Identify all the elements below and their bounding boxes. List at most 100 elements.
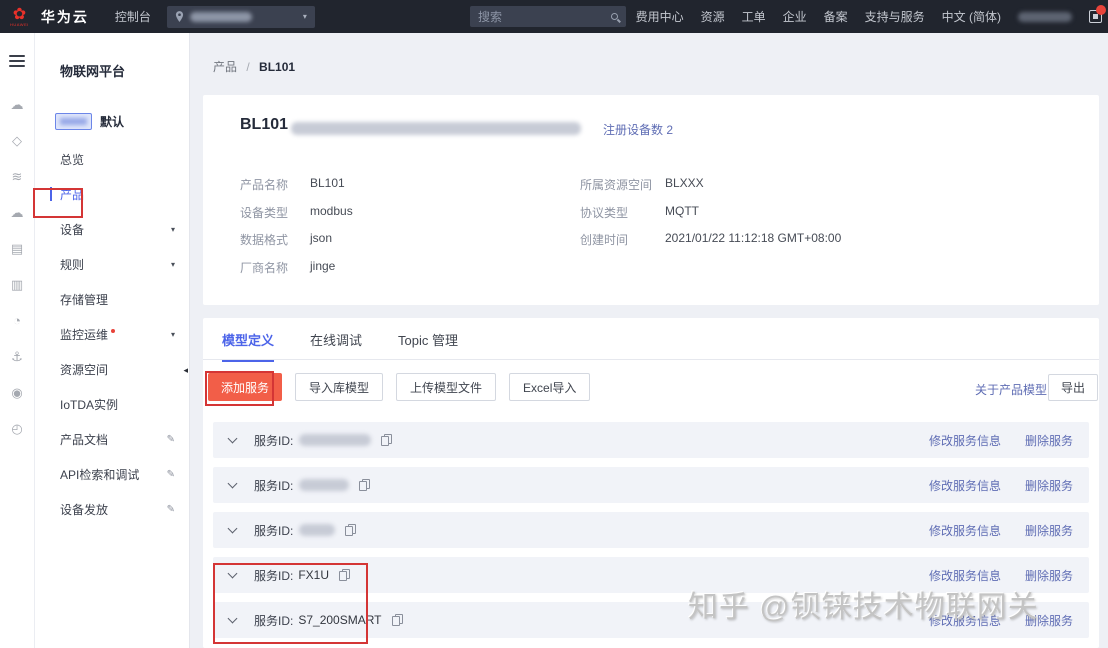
expand-chevron-icon[interactable] bbox=[228, 523, 238, 533]
topbar: ✿ HUAWEI 华为云 控制台 ▾ 费用中心 资源 工单 企业 备案 支持与服… bbox=[0, 0, 1108, 33]
sidebar-menu: 总览 产品 设备 ▾ 规则 ▾ 存储管理 监控运维 ▾ bbox=[35, 142, 189, 527]
nav-enterprise[interactable]: 企业 bbox=[783, 8, 807, 25]
sidebar-item-label: 资源空间 bbox=[60, 361, 108, 378]
rail-compass-icon[interactable]: ◴ bbox=[11, 421, 22, 436]
expand-chevron-icon[interactable] bbox=[228, 433, 238, 443]
sidebar-item-monitoring[interactable]: 监控运维 ▾ bbox=[35, 317, 189, 352]
edit-service-link[interactable]: 修改服务信息 bbox=[929, 567, 1001, 584]
nav-resources[interactable]: 资源 bbox=[701, 8, 725, 25]
nav-billing[interactable]: 费用中心 bbox=[636, 8, 684, 25]
delete-service-link[interactable]: 删除服务 bbox=[1025, 567, 1073, 584]
copy-icon[interactable] bbox=[392, 614, 403, 626]
global-search[interactable] bbox=[470, 6, 626, 27]
copy-icon[interactable] bbox=[345, 524, 356, 536]
rail-doc2-icon[interactable]: ▥ bbox=[11, 277, 23, 292]
chevron-down-icon: ▾ bbox=[171, 330, 175, 339]
sidebar-item-label: API检索和调试 bbox=[60, 466, 139, 483]
copy-icon[interactable] bbox=[339, 569, 350, 581]
selected-indicator bbox=[50, 187, 52, 201]
rail-anchor-icon[interactable]: ⚓ bbox=[11, 349, 23, 364]
notification-badge bbox=[1096, 5, 1106, 15]
username-redacted[interactable] bbox=[1018, 12, 1072, 22]
search-input[interactable] bbox=[478, 10, 611, 24]
service-row: 服务ID: 修改服务信息 删除服务 bbox=[213, 422, 1089, 458]
tab-topic-management[interactable]: Topic 管理 bbox=[398, 330, 458, 362]
upload-model-file-button[interactable]: 上传模型文件 bbox=[396, 373, 496, 401]
edit-service-link[interactable]: 修改服务信息 bbox=[929, 522, 1001, 539]
sidebar: 物联网平台 默认 总览 产品 设备 ▾ 规则 ▾ 存储管理 bbox=[35, 33, 190, 648]
field-label: 所属资源空间 bbox=[580, 176, 652, 193]
export-button[interactable]: 导出 bbox=[1048, 374, 1098, 401]
add-service-button[interactable]: 添加服务 bbox=[208, 373, 282, 401]
tab-model-definition[interactable]: 模型定义 bbox=[222, 330, 274, 362]
service-id-redacted bbox=[299, 479, 349, 491]
copy-icon[interactable] bbox=[359, 479, 370, 491]
edit-service-link[interactable]: 修改服务信息 bbox=[929, 477, 1001, 494]
huawei-flower-icon: ✿ bbox=[13, 8, 26, 22]
product-title: BL101 bbox=[240, 116, 288, 134]
location-pin-icon bbox=[175, 11, 184, 22]
field-label: 产品名称 bbox=[240, 176, 288, 193]
delete-service-link[interactable]: 删除服务 bbox=[1025, 432, 1073, 449]
chevron-down-icon: ▾ bbox=[171, 225, 175, 234]
delete-service-link[interactable]: 删除服务 bbox=[1025, 477, 1073, 494]
nav-tickets[interactable]: 工单 bbox=[742, 8, 766, 25]
field-label: 数据格式 bbox=[240, 231, 288, 248]
sidebar-item-api-explorer[interactable]: API检索和调试 ✎ bbox=[35, 457, 189, 492]
expand-chevron-icon[interactable] bbox=[228, 568, 238, 578]
field-label: 创建时间 bbox=[580, 231, 628, 248]
tab-online-debug[interactable]: 在线调试 bbox=[310, 330, 362, 362]
expand-chevron-icon[interactable] bbox=[228, 613, 238, 623]
region-name-redacted bbox=[190, 12, 252, 22]
field-value: BL101 bbox=[310, 176, 345, 190]
rail-target-icon[interactable]: ◉ bbox=[11, 385, 22, 400]
breadcrumb-current: BL101 bbox=[259, 60, 295, 74]
sidebar-item-rules[interactable]: 规则 ▾ bbox=[35, 247, 189, 282]
sidebar-item-resource-spaces[interactable]: 资源空间 bbox=[35, 352, 189, 387]
edit-service-link[interactable]: 修改服务信息 bbox=[929, 432, 1001, 449]
console-icon[interactable] bbox=[1089, 10, 1102, 23]
rail-cloud-icon[interactable]: ☁ bbox=[11, 97, 24, 112]
menu-hamburger-icon[interactable] bbox=[9, 55, 25, 67]
rail-cloud2-icon[interactable]: ☁ bbox=[11, 205, 24, 220]
delete-service-link[interactable]: 删除服务 bbox=[1025, 522, 1073, 539]
field-label: 协议类型 bbox=[580, 204, 628, 221]
rail-diamond-icon[interactable]: ◇ bbox=[12, 133, 22, 148]
tab-divider bbox=[203, 359, 1099, 360]
sidebar-item-storage[interactable]: 存储管理 bbox=[35, 282, 189, 317]
search-icon bbox=[611, 13, 618, 20]
rail-clock-icon[interactable]: ◔ bbox=[13, 313, 21, 328]
huawei-cloud-logo[interactable]: ✿ HUAWEI 华为云 bbox=[10, 7, 89, 27]
sidebar-item-devices[interactable]: 设备 ▾ bbox=[35, 212, 189, 247]
service-id-label: 服务ID: bbox=[254, 612, 293, 629]
import-library-model-button[interactable]: 导入库模型 bbox=[295, 373, 383, 401]
iot-console-page: ✿ HUAWEI 华为云 控制台 ▾ 费用中心 资源 工单 企业 备案 支持与服… bbox=[0, 0, 1108, 648]
rail-wave-icon[interactable]: ≋ bbox=[12, 169, 23, 184]
nav-icp[interactable]: 备案 bbox=[824, 8, 848, 25]
nav-language[interactable]: 中文 (简体) bbox=[942, 8, 1001, 25]
copy-icon[interactable] bbox=[381, 434, 392, 446]
rail-doc-icon[interactable]: ▤ bbox=[11, 241, 23, 256]
chevron-down-icon: ▾ bbox=[171, 260, 175, 269]
product-id-redacted bbox=[291, 122, 581, 135]
breadcrumb: 产品 / BL101 bbox=[213, 58, 295, 75]
registered-devices-link[interactable]: 注册设备数 2 bbox=[603, 121, 673, 138]
sidebar-item-label: 总览 bbox=[60, 151, 84, 168]
region-selector[interactable]: ▾ bbox=[167, 6, 315, 28]
sidebar-item-device-provisioning[interactable]: 设备发放 ✎ bbox=[35, 492, 189, 527]
sidebar-item-overview[interactable]: 总览 bbox=[35, 142, 189, 177]
console-link[interactable]: 控制台 bbox=[115, 8, 151, 25]
instance-selector[interactable]: 默认 bbox=[55, 113, 189, 130]
sidebar-item-iotda-instances[interactable]: IoTDA实例 bbox=[35, 387, 189, 422]
about-product-model-link[interactable]: 关于产品模型 bbox=[975, 381, 1047, 398]
nav-support[interactable]: 支持与服务 bbox=[865, 8, 925, 25]
breadcrumb-products[interactable]: 产品 bbox=[213, 60, 237, 74]
sidebar-item-docs[interactable]: 产品文档 ✎ bbox=[35, 422, 189, 457]
expand-chevron-icon[interactable] bbox=[228, 478, 238, 488]
brand-name: 华为云 bbox=[41, 7, 89, 27]
sidebar-item-label: 设备发放 bbox=[60, 501, 108, 518]
excel-import-button[interactable]: Excel导入 bbox=[509, 373, 590, 401]
service-id-label: 服务ID: bbox=[254, 567, 293, 584]
sidebar-item-products[interactable]: 产品 bbox=[35, 177, 189, 212]
sidebar-collapse-icon[interactable]: ◂ bbox=[183, 365, 188, 376]
